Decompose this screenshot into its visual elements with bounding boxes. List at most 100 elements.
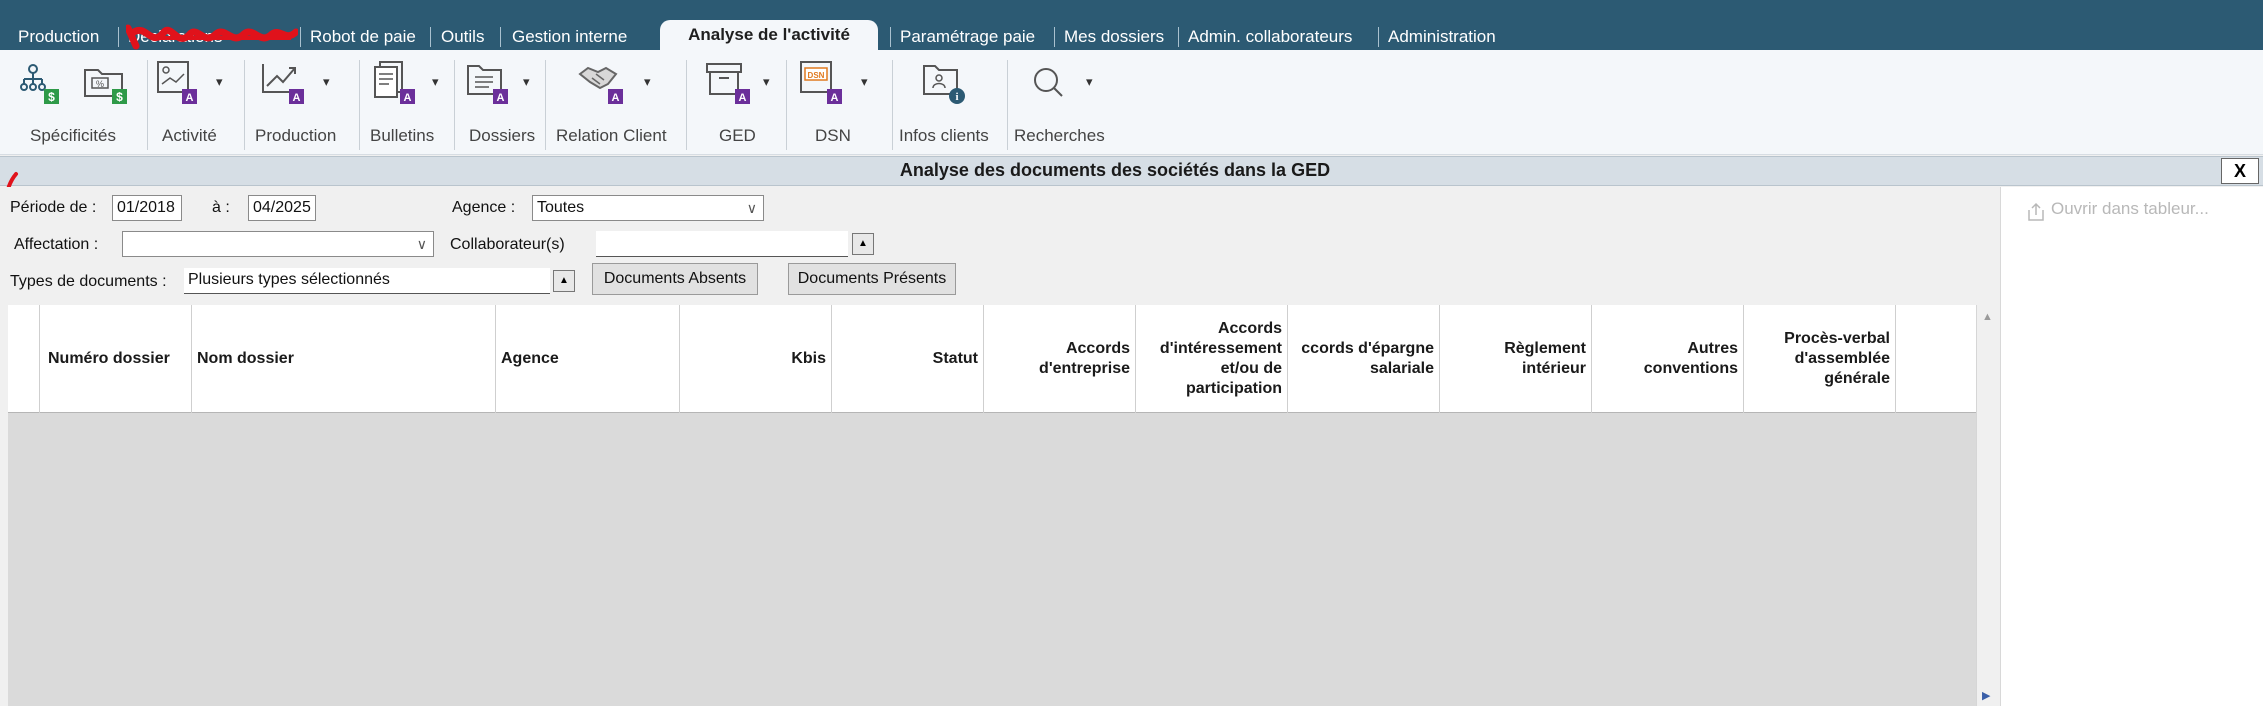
ribbon-group-dossiers[interactable]: A ▾ Dossiers [457, 50, 542, 155]
svg-text:i: i [955, 91, 958, 103]
ribbon-group-bulletins[interactable]: A ▾ Bulletins [362, 50, 452, 155]
ribbon-group-dsn[interactable]: DSN A ▾ DSN [789, 50, 889, 155]
chevron-down-icon[interactable]: ▾ [861, 74, 868, 90]
types-documents-picker-button[interactable]: ▲ [553, 270, 575, 292]
chevron-down-icon[interactable]: ▾ [523, 74, 530, 90]
tab-parametrage-paie[interactable]: Paramétrage paie [900, 24, 1035, 50]
svg-text:$: $ [116, 90, 123, 104]
column-header-accords-entreprise[interactable]: Accords d'entreprise [984, 305, 1136, 413]
periode-label: Période de : [10, 199, 97, 216]
ribbon-separator [147, 60, 148, 150]
column-header-numero-dossier[interactable]: Numéro dossier [40, 305, 192, 413]
ribbon-group-relation-client[interactable]: A ▾ Relation Client [548, 50, 683, 155]
ribbon-group-activite[interactable]: A ▾ Activité [150, 50, 240, 155]
column-header-autres-conventions[interactable]: Autres conventions [1592, 305, 1744, 413]
scroll-marker-icon[interactable]: ▶ [1982, 689, 1990, 702]
application-window: Production Déclarations Robot de paie Ou… [0, 0, 2263, 706]
org-chart-icon: $ [20, 64, 59, 104]
handshake-icon: A [578, 66, 623, 104]
open-in-spreadsheet-link[interactable]: Ouvrir dans tableur... [2051, 199, 2209, 219]
column-header-agence[interactable]: Agence [496, 305, 680, 413]
table-vertical-scrollbar[interactable]: ▲ ▶ [1976, 305, 1996, 706]
tab-analyse-activite[interactable]: Analyse de l'activité [660, 20, 878, 50]
chevron-down-icon: ∨ [416, 236, 427, 252]
periode-to-input[interactable]: 04/2025 [248, 195, 316, 221]
svg-text:A: A [293, 92, 301, 104]
collaborateurs-input[interactable] [596, 231, 848, 257]
ribbon-label-relation-client: Relation Client [556, 126, 667, 145]
chevron-down-icon[interactable]: ▾ [763, 74, 770, 90]
column-header-selector[interactable] [8, 305, 40, 413]
ribbon-label-dsn: DSN [815, 126, 851, 145]
close-button[interactable]: X [2221, 158, 2259, 184]
periode-from-input[interactable]: 01/2018 [112, 195, 182, 221]
agence-label: Agence : [452, 199, 516, 216]
ribbon-label-production: Production [255, 126, 337, 145]
folder-percent-icon: % $ [84, 69, 127, 104]
tab-separator [1178, 27, 1179, 47]
chevron-down-icon[interactable]: ▾ [323, 74, 330, 90]
tab-mes-dossiers[interactable]: Mes dossiers [1064, 24, 1164, 50]
chevron-down-icon[interactable]: ▾ [1086, 74, 1093, 90]
chevron-down-icon: ∨ [746, 200, 757, 216]
tab-admin-collaborateurs[interactable]: Admin. collaborateurs [1188, 24, 1352, 50]
red-scribble-annotation [126, 24, 298, 50]
ribbon-label-infos-clients: Infos clients [899, 126, 989, 145]
ribbon-label-recherches: Recherches [1014, 126, 1105, 145]
ribbon-label-dossiers: Dossiers [469, 126, 536, 145]
affectation-select[interactable]: ∨ [122, 231, 434, 257]
filter-panel: Période de : 01/2018 à : 04/2025 Agence … [0, 187, 1976, 305]
scroll-up-arrow-icon[interactable]: ▲ [1982, 311, 1993, 323]
column-header-nom-dossier[interactable]: Nom dossier [192, 305, 496, 413]
column-header-kbis[interactable]: Kbis [680, 305, 832, 413]
chevron-down-icon[interactable]: ▾ [644, 74, 651, 90]
column-header-accords-interessement[interactable]: Accords d'intéressement et/ou de partici… [1136, 305, 1288, 413]
tab-separator [1378, 27, 1379, 47]
tab-separator [1054, 27, 1055, 47]
page-title: Analyse des documents des sociétés dans … [899, 160, 1331, 180]
agence-select[interactable]: Toutes ∨ [532, 195, 764, 221]
documents-absents-button[interactable]: Documents Absents [592, 263, 758, 295]
ribbon-group-recherches[interactable]: ▾ Recherches [1010, 50, 1120, 155]
svg-text:A: A [404, 92, 412, 104]
collaborateurs-label: Collaborateur(s) [450, 236, 565, 253]
types-documents-input[interactable]: Plusieurs types sélectionnés [184, 268, 550, 294]
search-icon [1034, 68, 1063, 97]
svg-text:%: % [96, 79, 104, 89]
ribbon-separator [686, 60, 687, 150]
tab-administration[interactable]: Administration [1388, 24, 1496, 50]
periode-to-label: à : [212, 199, 230, 216]
tab-outils[interactable]: Outils [441, 24, 484, 50]
ribbon-group-specificites[interactable]: $ % $ Spécificités [0, 50, 150, 155]
ribbon-toolbar: $ % $ Spécificités A ▾ Activité A ▾ Prod… [0, 50, 2263, 155]
documents-table: Numéro dossier Nom dossier Agence Kbis S… [8, 305, 1984, 706]
column-header-reglement-interieur[interactable]: Règlement intérieur [1440, 305, 1592, 413]
svg-text:A: A [186, 92, 194, 104]
ribbon-separator [244, 60, 245, 150]
ribbon-separator [545, 60, 546, 150]
agence-select-value: Toutes [537, 199, 585, 216]
column-header-epargne-salariale[interactable]: ccords d'épargne salariale [1288, 305, 1440, 413]
tab-gestion-interne[interactable]: Gestion interne [512, 24, 627, 50]
side-panel: Ouvrir dans tableur... [2000, 187, 2263, 706]
tab-robot-de-paie[interactable]: Robot de paie [310, 24, 416, 50]
ribbon-label-ged: GED [719, 126, 756, 145]
documents-presents-button[interactable]: Documents Présents [788, 263, 956, 295]
table-header: Numéro dossier Nom dossier Agence Kbis S… [8, 305, 1984, 413]
activity-report-icon: A [157, 61, 197, 104]
collaborateurs-picker-button[interactable]: ▲ [852, 233, 874, 255]
svg-text:DSN: DSN [808, 71, 825, 80]
chevron-down-icon[interactable]: ▾ [432, 74, 439, 90]
ribbon-separator [454, 60, 455, 150]
column-header-statut[interactable]: Statut [832, 305, 984, 413]
svg-text:A: A [739, 92, 747, 104]
tab-separator [300, 27, 301, 47]
ribbon-group-infos-clients[interactable]: i Infos clients [895, 50, 995, 155]
ribbon-group-ged[interactable]: A ▾ GED [689, 50, 784, 155]
tab-production[interactable]: Production [18, 24, 99, 50]
chevron-down-icon[interactable]: ▾ [216, 74, 223, 90]
ribbon-label-bulletins: Bulletins [370, 126, 435, 145]
ribbon-group-production[interactable]: A ▾ Production [247, 50, 347, 155]
column-header-proces-verbal[interactable]: Procès-verbal d'assemblée générale [1744, 305, 1896, 413]
svg-text:$: $ [48, 90, 55, 104]
